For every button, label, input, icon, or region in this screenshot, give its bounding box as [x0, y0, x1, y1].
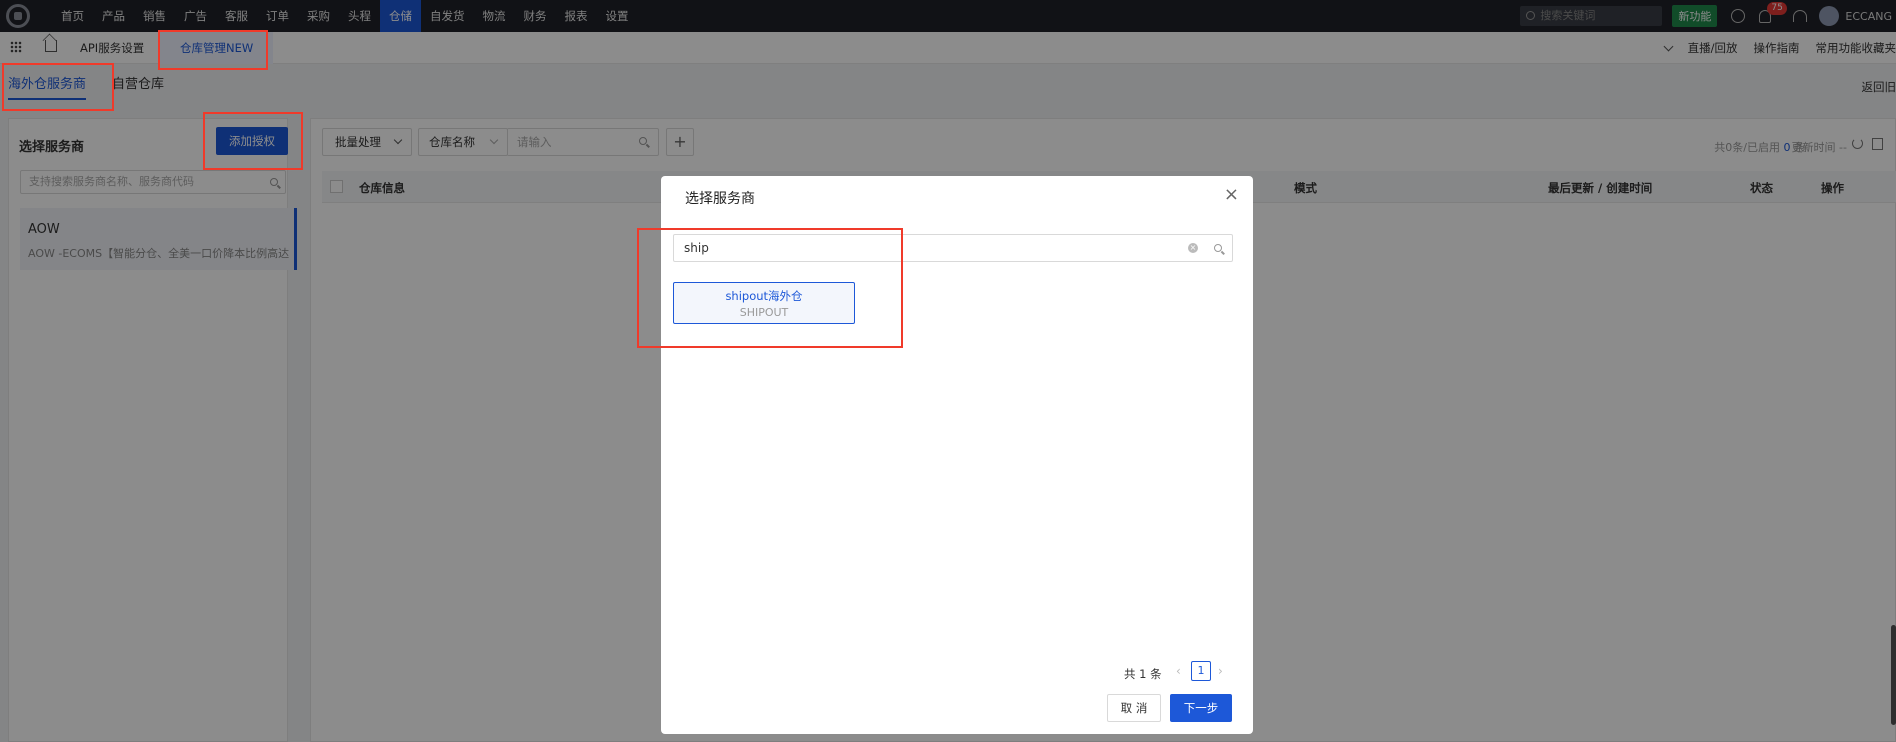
pagination-page[interactable]: 1 [1191, 661, 1211, 681]
highlight-box-subtab [2, 63, 114, 111]
modal-title: 选择服务商 [685, 191, 755, 207]
next-step-button[interactable]: 下一步 [1170, 694, 1232, 722]
close-icon[interactable]: × [1224, 186, 1239, 204]
clear-icon[interactable]: × [1188, 243, 1198, 253]
pagination-prev-icon[interactable]: ‹ [1176, 664, 1181, 678]
highlight-box-add-button [203, 112, 303, 170]
search-icon[interactable] [1214, 244, 1222, 252]
highlight-box-tab [158, 30, 268, 70]
highlight-box-search-result [637, 228, 903, 348]
pagination-total: 共 1 条 [1124, 667, 1162, 681]
cancel-button[interactable]: 取 消 [1107, 694, 1161, 722]
pagination-next-icon[interactable]: › [1218, 664, 1223, 678]
